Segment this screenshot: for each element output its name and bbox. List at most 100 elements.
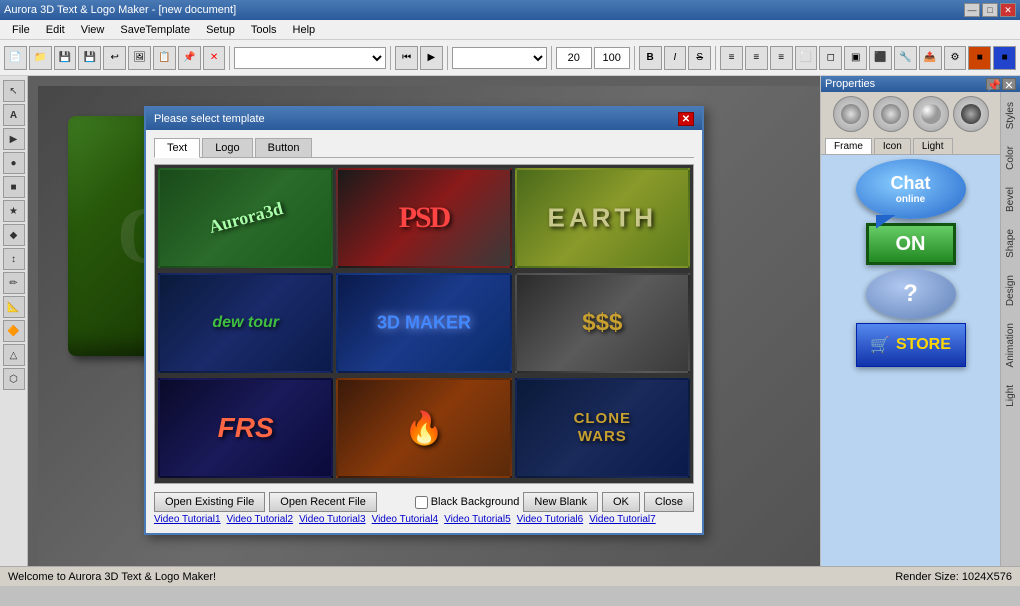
styles-label-color[interactable]: Color [1003, 138, 1018, 178]
tool-resize[interactable]: ↕ [3, 248, 25, 270]
template-item-8[interactable]: 🔥 [336, 378, 511, 478]
toolbar-render[interactable]: 🔧 [894, 46, 917, 70]
minimize-button[interactable]: — [964, 3, 980, 17]
template-item-7[interactable]: FRS [158, 378, 333, 478]
chat-button-preview[interactable]: Chat online [856, 159, 966, 219]
close-button[interactable]: Close [644, 492, 694, 512]
toolbar-italic[interactable]: I [664, 46, 687, 70]
store-button-preview[interactable]: 🛒 STORE [856, 323, 966, 367]
maximize-button[interactable]: □ [982, 3, 998, 17]
menu-setup[interactable]: Setup [198, 22, 243, 38]
video-tutorial-6[interactable]: Video Tutorial6 [517, 514, 584, 525]
video-tutorial-3[interactable]: Video Tutorial3 [299, 514, 366, 525]
template-item-4[interactable]: dew tour [158, 273, 333, 373]
dialog-tab-logo[interactable]: Logo [202, 138, 252, 157]
toolbar-img[interactable]: 🖼 [128, 46, 151, 70]
prop-pin-button[interactable]: 📌 [986, 78, 1000, 90]
tool-measure[interactable]: 📐 [3, 296, 25, 318]
prop-tab-light[interactable]: Light [913, 138, 953, 154]
menu-edit[interactable]: Edit [38, 22, 73, 38]
toolbar-new[interactable]: 📄 [4, 46, 27, 70]
font-select[interactable] [234, 47, 386, 69]
tool-diamond[interactable]: ◆ [3, 224, 25, 246]
tool-play[interactable]: ▶ [3, 128, 25, 150]
template-item-3[interactable]: EARTH [515, 168, 690, 268]
on-button-preview[interactable]: ON [866, 223, 956, 265]
style-btn-2[interactable] [873, 96, 909, 132]
toolbar-align-center[interactable]: ≡ [745, 46, 768, 70]
prop-tab-frame[interactable]: Frame [825, 138, 872, 154]
tool-star[interactable]: ★ [3, 200, 25, 222]
toolbar-play[interactable]: ▶ [420, 46, 443, 70]
title-bar: Aurora 3D Text & Logo Maker - [new docum… [0, 0, 1020, 20]
menu-file[interactable]: File [4, 22, 38, 38]
toolbar-save[interactable]: 💾 [54, 46, 77, 70]
menu-help[interactable]: Help [285, 22, 324, 38]
style-btn-1[interactable] [833, 96, 869, 132]
template-item-2[interactable]: PSD [336, 168, 511, 268]
toolbar-align-right[interactable]: ≡ [770, 46, 793, 70]
toolbar-bold[interactable]: B [639, 46, 662, 70]
styles-label-light[interactable]: Light [1003, 377, 1018, 415]
styles-label-bevel[interactable]: Bevel [1003, 179, 1018, 220]
toolbar-undo[interactable]: ↩ [103, 46, 126, 70]
tool-pen[interactable]: ✏ [3, 272, 25, 294]
video-tutorial-5[interactable]: Video Tutorial5 [444, 514, 511, 525]
toolbar-settings[interactable]: ⚙ [944, 46, 967, 70]
tool-select[interactable]: ↖ [3, 80, 25, 102]
dialog-close-button[interactable]: ✕ [678, 112, 694, 126]
template-item-6[interactable]: $$$ [515, 273, 690, 373]
tool-hex[interactable]: ⬡ [3, 368, 25, 390]
toolbar-3d-4[interactable]: ⬛ [869, 46, 892, 70]
tool-shape[interactable]: 🔶 [3, 320, 25, 342]
toolbar-3d-2[interactable]: ◻ [819, 46, 842, 70]
toolbar-3d-3[interactable]: ▣ [844, 46, 867, 70]
toolbar-play-prev[interactable]: ⏮ [395, 46, 418, 70]
styles-label-shape[interactable]: Shape [1003, 221, 1018, 266]
toolbar-3d-1[interactable]: ⬜ [795, 46, 818, 70]
style-btn-3[interactable] [913, 96, 949, 132]
font-size-input[interactable]: 20 [556, 47, 592, 69]
toolbar-paste[interactable]: 📌 [178, 46, 201, 70]
font-percent-input[interactable]: 100 [594, 47, 630, 69]
question-button-preview[interactable]: ? [866, 269, 956, 319]
template-item-9[interactable]: CLONEWARS [515, 378, 690, 478]
toolbar-save2[interactable]: 💾 [78, 46, 101, 70]
toolbar-delete[interactable]: ✕ [203, 46, 226, 70]
close-button[interactable]: ✕ [1000, 3, 1016, 17]
toolbar-color1[interactable]: ■ [968, 46, 991, 70]
video-tutorial-7[interactable]: Video Tutorial7 [589, 514, 656, 525]
style-btn-4[interactable] [953, 96, 989, 132]
styles-label-styles[interactable]: Styles [1003, 94, 1018, 137]
menu-savetemplate[interactable]: SaveTemplate [112, 22, 198, 38]
toolbar-copy[interactable]: 📋 [153, 46, 176, 70]
tool-rect[interactable]: ■ [3, 176, 25, 198]
toolbar-strikethrough[interactable]: S [688, 46, 711, 70]
menu-view[interactable]: View [73, 22, 113, 38]
toolbar-export[interactable]: 📤 [919, 46, 942, 70]
styles-label-animation[interactable]: Animation [1003, 315, 1018, 375]
tool-text[interactable]: A [3, 104, 25, 126]
styles-label-design[interactable]: Design [1003, 267, 1018, 314]
toolbar-color2[interactable]: ■ [993, 46, 1016, 70]
prop-close-button[interactable]: ✕ [1002, 78, 1016, 90]
dialog-tab-text[interactable]: Text [154, 138, 200, 158]
black-bg-checkbox[interactable] [415, 496, 428, 509]
new-blank-button[interactable]: New Blank [523, 492, 598, 512]
open-existing-button[interactable]: Open Existing File [154, 492, 265, 512]
video-tutorial-4[interactable]: Video Tutorial4 [372, 514, 439, 525]
ok-button[interactable]: OK [602, 492, 640, 512]
font-style-select[interactable] [452, 47, 547, 69]
open-recent-button[interactable]: Open Recent File [269, 492, 377, 512]
menu-tools[interactable]: Tools [243, 22, 285, 38]
video-tutorial-1[interactable]: Video Tutorial1 [154, 514, 221, 525]
prop-tab-icon[interactable]: Icon [874, 138, 911, 154]
template-item-1[interactable]: Aurora3d [158, 168, 333, 268]
video-tutorial-2[interactable]: Video Tutorial2 [227, 514, 294, 525]
toolbar-open[interactable]: 📁 [29, 46, 52, 70]
tool-circle[interactable]: ● [3, 152, 25, 174]
template-item-5[interactable]: 3D MAKER [336, 273, 511, 373]
dialog-tab-button[interactable]: Button [255, 138, 313, 157]
tool-triangle[interactable]: △ [3, 344, 25, 366]
toolbar-align-left[interactable]: ≡ [720, 46, 743, 70]
